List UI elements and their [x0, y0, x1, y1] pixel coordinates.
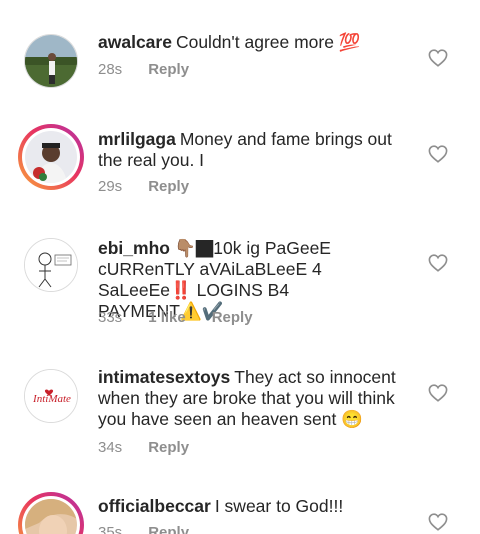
heart-outline-icon[interactable]	[428, 254, 448, 272]
comment-meta: 29s Reply	[98, 178, 215, 195]
comment-item: IntiMate intimatesextoys They act so inno…	[0, 365, 480, 490]
avatar[interactable]	[24, 238, 78, 292]
avatar[interactable]	[24, 34, 78, 88]
avatar-logo: IntiMate	[25, 370, 77, 422]
reply-button[interactable]: Reply	[148, 439, 189, 456]
comment-item: officialbeccar I swear to God!!! 35s Reply	[0, 490, 480, 534]
comment-username[interactable]: intimatesextoys	[98, 367, 230, 387]
comment-meta: 28s Reply	[98, 61, 215, 78]
comment-meta: 33s 1 like Reply	[98, 309, 279, 326]
comment-time: 34s	[98, 439, 123, 456]
avatar[interactable]: IntiMate	[24, 369, 78, 423]
heart-outline-icon[interactable]	[428, 384, 448, 402]
avatar-ring-inner	[22, 496, 80, 534]
avatar-photo	[25, 131, 77, 183]
comment-text: mrlilgaga Money and fame brings out the r…	[98, 129, 418, 171]
comment-item: mrlilgaga Money and fame brings out the r…	[0, 120, 480, 230]
reply-button[interactable]: Reply	[148, 61, 189, 78]
avatar-logo-text: IntiMate	[32, 393, 71, 405]
comment-username[interactable]: officialbeccar	[98, 496, 211, 516]
comment-time: 35s	[98, 524, 123, 534]
avatar-sketch	[25, 239, 77, 291]
comment-text: officialbeccar I swear to God!!!	[98, 496, 418, 517]
comment-item: awalcare Couldn't agree more 💯 28s Reply	[0, 0, 480, 120]
comment-item: ebi_mho 👇🏽🏿10k ig PaGeeE cURRenTLY aVAiLa…	[0, 230, 480, 365]
heart-outline-icon[interactable]	[428, 49, 448, 67]
avatar-photo	[25, 499, 77, 534]
comment-body: I swear to God!!!	[214, 496, 344, 516]
comment-text: intimatesextoys They act so innocent when…	[98, 367, 418, 430]
comment-text: awalcare Couldn't agree more 💯	[98, 32, 418, 53]
comment-meta: 34s Reply	[98, 439, 215, 456]
likes-count[interactable]: 1 like	[148, 309, 186, 326]
avatar-ring-inner	[22, 128, 80, 186]
reply-button[interactable]: Reply	[148, 524, 189, 534]
comment-body: Couldn't agree more 💯	[175, 32, 361, 52]
heart-outline-icon[interactable]	[428, 513, 448, 531]
comment-username[interactable]: mrlilgaga	[98, 129, 176, 149]
avatar[interactable]	[18, 492, 84, 534]
reply-button[interactable]: Reply	[212, 309, 253, 326]
comment-username[interactable]: ebi_mho	[98, 238, 170, 258]
avatar-photo	[25, 35, 77, 87]
reply-button[interactable]: Reply	[148, 178, 189, 195]
avatar[interactable]	[18, 124, 84, 190]
comment-time: 28s	[98, 61, 123, 78]
comment-time: 33s	[98, 309, 123, 326]
comment-time: 29s	[98, 178, 123, 195]
comment-meta: 35s Reply	[98, 524, 215, 534]
heart-outline-icon[interactable]	[428, 145, 448, 163]
comment-username[interactable]: awalcare	[98, 32, 172, 52]
